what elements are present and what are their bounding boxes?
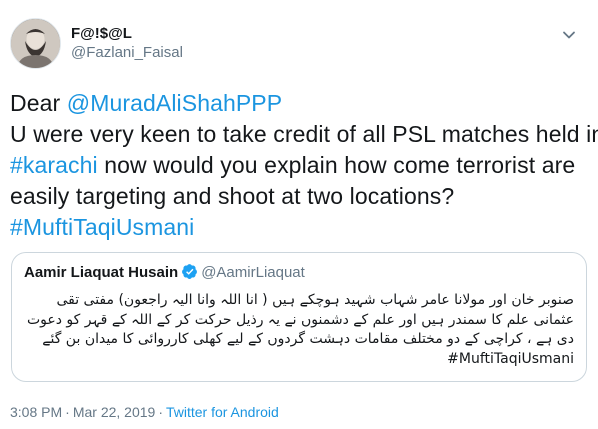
tweet-line-1: Dear @MuradAliShahPPP (10, 88, 588, 119)
tweet-card: F@!$@L @Fazlani_Faisal Dear @MuradAliSha… (0, 0, 598, 429)
meta-separator-1: · (65, 404, 70, 420)
tweet-line-2: U were very keen to take credit of all P… (10, 121, 598, 147)
meta-separator-2: · (158, 404, 163, 420)
hashtag-karachi-link[interactable]: #karachi (10, 152, 98, 178)
tweet-line-5: #MuftiTaqiUsmani (10, 212, 588, 243)
author-names: F@!$@L @Fazlani_Faisal (71, 24, 183, 62)
avatar[interactable] (10, 18, 61, 69)
quoted-line-3: دی ہے ، کراچی کے دو مختلف مقامات دہشت گر… (42, 331, 574, 347)
tweet-line-4: easily targeting and shoot at two locati… (10, 183, 455, 209)
quoted-author-name[interactable]: Aamir Liaquat Husain (24, 264, 178, 281)
quoted-line-1: صنوبر خان اور مولانا عامر شہاب شہید ہوچک… (56, 292, 574, 308)
quoted-hashtag: #MuftiTaqiUsmani (447, 350, 574, 367)
tweet-header: F@!$@L @Fazlani_Faisal (10, 12, 588, 69)
quoted-tweet-header: Aamir Liaquat Husain @AamirLiaquat (24, 263, 305, 283)
tweet-metadata: 3:08 PM · Mar 22, 2019 · Twitter for Android (10, 403, 279, 421)
tweet-date[interactable]: Mar 22, 2019 (73, 404, 156, 420)
author-handle[interactable]: @Fazlani_Faisal (71, 43, 183, 62)
tweet-source-link[interactable]: Twitter for Android (166, 404, 279, 420)
tweet-line-3-text: now would you explain how come terrorist… (97, 152, 576, 178)
chevron-down-icon[interactable] (560, 26, 578, 44)
quoted-tweet-text: صنوبر خان اور مولانا عامر شہاب شہید ہوچک… (26, 291, 574, 369)
avatar-image (11, 19, 60, 68)
tweet-text: Dear @MuradAliShahPPP U were very keen t… (10, 88, 598, 243)
mention-link[interactable]: @MuradAliShahPPP (67, 90, 282, 116)
quoted-author-handle[interactable]: @AamirLiaquat (201, 264, 305, 281)
author-display-name[interactable]: F@!$@L (71, 24, 183, 43)
verified-badge-icon (182, 264, 198, 279)
tweet-line-3: #karachi now would you explain how come … (10, 150, 588, 181)
quoted-tweet[interactable]: Aamir Liaquat Husain @AamirLiaquat صنوبر … (11, 252, 587, 382)
tweet-greeting: Dear (10, 90, 67, 116)
hashtag-mufti-link[interactable]: #MuftiTaqiUsmani (10, 214, 194, 240)
quoted-line-2: عثمانی علم کا سمندر ہیں اور علم کے دشمنو… (26, 311, 574, 328)
tweet-time[interactable]: 3:08 PM (10, 404, 62, 420)
